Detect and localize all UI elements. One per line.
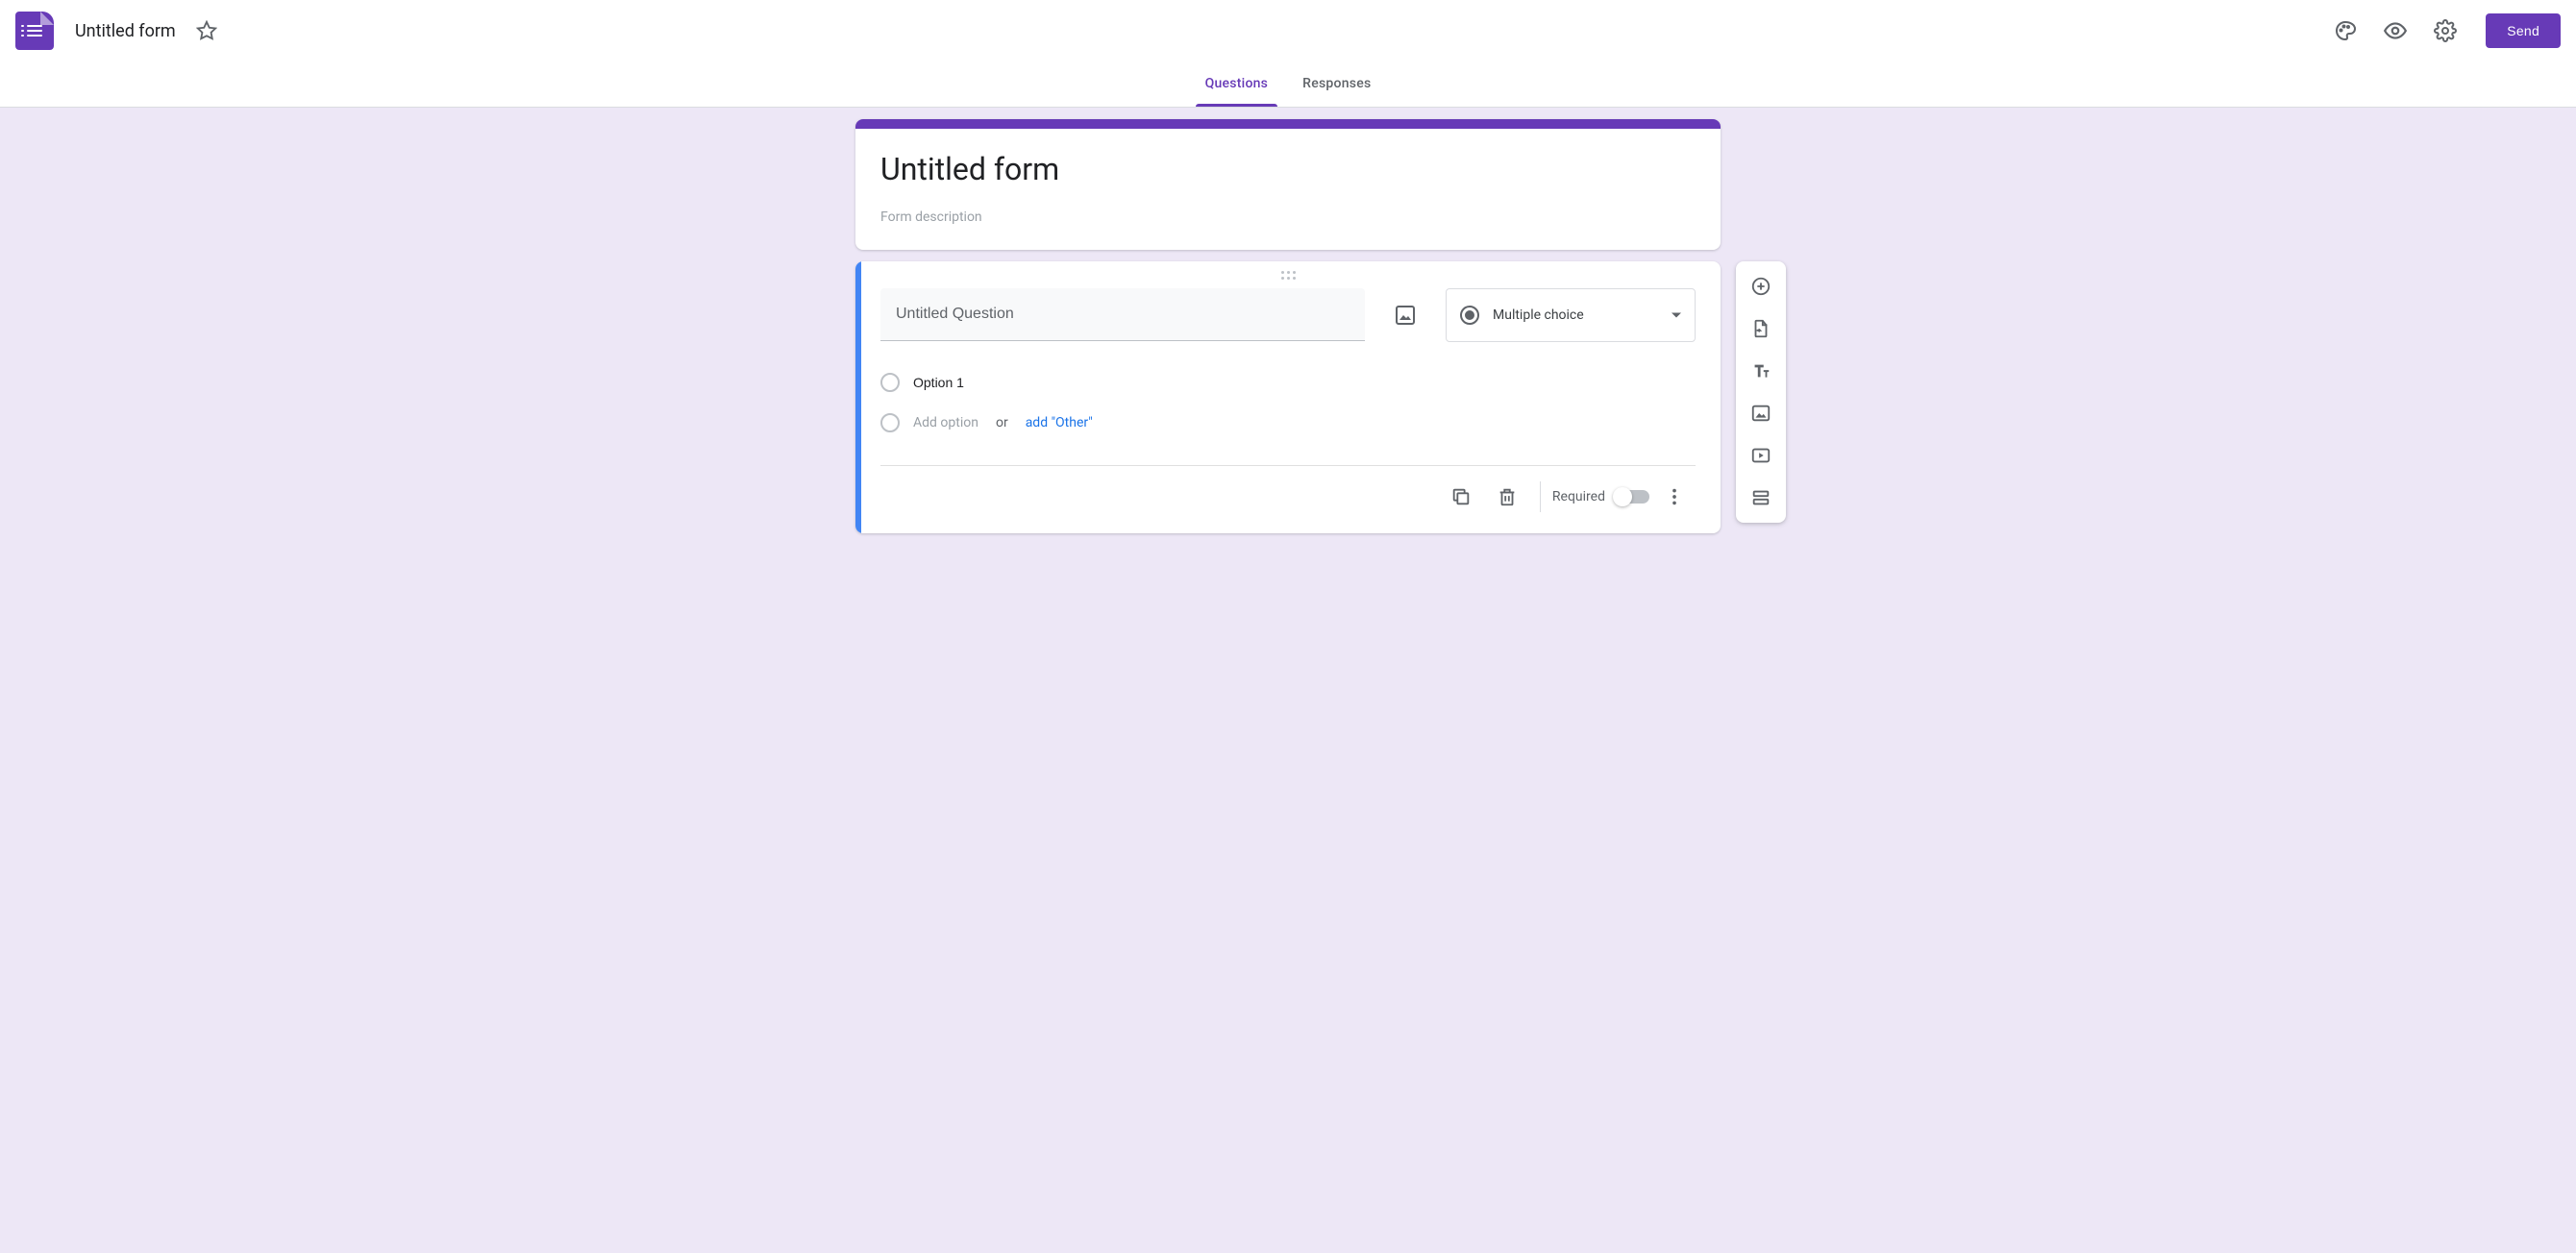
card-accent-left	[855, 261, 861, 533]
eye-icon	[2383, 18, 2408, 43]
drag-handle[interactable]	[855, 261, 1721, 288]
add-circle-icon	[1750, 276, 1771, 297]
drag-dots-icon	[1281, 271, 1296, 280]
import-questions-button[interactable]	[1740, 307, 1782, 350]
question-type-select[interactable]: Multiple choice	[1446, 288, 1696, 342]
star-button[interactable]	[189, 13, 224, 48]
question-options: Add option or add "Other"	[855, 342, 1721, 450]
video-icon	[1750, 445, 1771, 466]
gear-icon	[2434, 19, 2457, 42]
or-text: or	[996, 415, 1008, 430]
app-header: Untitled form Send	[0, 0, 2576, 61]
radio-outline-icon	[880, 373, 900, 392]
send-button[interactable]: Send	[2486, 13, 2561, 48]
customize-theme-button[interactable]	[2324, 10, 2366, 52]
question-footer: Required	[880, 465, 1696, 533]
preview-button[interactable]	[2374, 10, 2416, 52]
settings-button[interactable]	[2424, 10, 2466, 52]
required-label: Required	[1552, 489, 1605, 504]
add-other-button[interactable]: add "Other"	[1026, 415, 1093, 430]
form-canvas: Untitled form Form description	[0, 108, 2576, 1253]
form-title[interactable]: Untitled form	[880, 150, 1696, 194]
side-toolbar	[1736, 261, 1786, 523]
question-type-label: Multiple choice	[1493, 307, 1584, 323]
add-option-button[interactable]: Add option	[913, 415, 978, 430]
more-vert-icon	[1664, 486, 1685, 507]
document-title[interactable]: Untitled form	[69, 17, 182, 45]
delete-button[interactable]	[1486, 476, 1528, 518]
import-icon	[1750, 318, 1771, 339]
chevron-down-icon	[1672, 313, 1681, 318]
tab-responses[interactable]: Responses	[1285, 61, 1388, 107]
trash-icon	[1497, 486, 1518, 507]
image-icon	[1394, 304, 1417, 327]
add-option-row: Add option or add "Other"	[880, 404, 1696, 442]
question-card[interactable]: Multiple choice Add option or add "Other…	[855, 261, 1721, 533]
add-video-button[interactable]	[1740, 434, 1782, 477]
add-image-button[interactable]	[1740, 392, 1782, 434]
question-add-image-button[interactable]	[1384, 288, 1426, 342]
separator	[1540, 481, 1541, 512]
radio-checked-icon	[1460, 306, 1479, 325]
radio-outline-icon	[880, 413, 900, 432]
duplicate-button[interactable]	[1440, 476, 1482, 518]
add-question-button[interactable]	[1740, 265, 1782, 307]
image-icon	[1750, 403, 1771, 424]
form-header-card[interactable]: Untitled form Form description	[855, 119, 1721, 250]
option-label-input[interactable]	[913, 371, 1696, 394]
tab-questions[interactable]: Questions	[1188, 61, 1286, 107]
add-section-button[interactable]	[1740, 477, 1782, 519]
copy-icon	[1450, 486, 1472, 507]
star-outline-icon	[196, 20, 217, 41]
form-tabs: Questions Responses	[0, 61, 2576, 108]
forms-logo-icon	[15, 12, 54, 50]
text-title-icon	[1750, 360, 1771, 381]
more-options-button[interactable]	[1653, 476, 1696, 518]
form-description-placeholder[interactable]: Form description	[880, 209, 1696, 225]
required-toggle[interactable]	[1615, 490, 1649, 504]
option-row	[880, 361, 1696, 404]
add-title-button[interactable]	[1740, 350, 1782, 392]
card-accent-top	[855, 119, 1721, 129]
palette-icon	[2334, 19, 2357, 42]
section-icon	[1750, 487, 1771, 508]
question-title-input[interactable]	[880, 288, 1365, 341]
